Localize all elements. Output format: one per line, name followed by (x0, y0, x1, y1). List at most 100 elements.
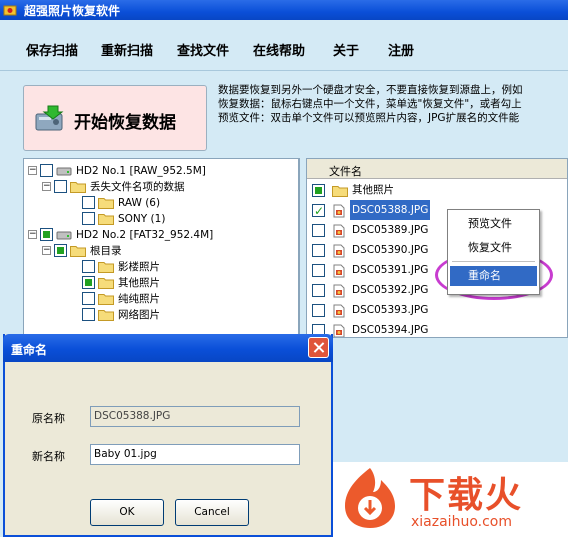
tree-item-label: SONY (1) (118, 213, 166, 225)
tree-item-label: RAW (6) (118, 197, 161, 209)
tree-checkbox[interactable] (82, 212, 95, 225)
info-line: 数据要恢复到另外一个硬盘才安全，不要直接恢复到源盘上，例如 (218, 84, 523, 96)
file-checkbox[interactable] (312, 264, 325, 277)
tree-checkbox[interactable] (82, 292, 95, 305)
file-name: DSC05394.JPG (352, 324, 429, 336)
column-header-filename[interactable]: 文件名 (329, 163, 362, 179)
tree-expander-icon[interactable]: − (28, 166, 37, 175)
tree-item-label: HD2 No.2 [FAT32_952.4M] (76, 229, 214, 241)
folder-icon (98, 277, 114, 289)
ctx-restore-file[interactable]: 恢复文件 (450, 238, 537, 258)
info-text: 数据要恢复到另外一个硬盘才安全，不要直接恢复到源盘上，例如 恢复数据：鼠标右键点… (218, 83, 568, 125)
tree-checkbox[interactable] (40, 228, 53, 241)
folder-tree[interactable]: − HD2 No.1 [RAW_952.5M] − 丢失文件名项的数据 RAW (6) S… (23, 158, 299, 338)
restore-disk-icon (35, 105, 64, 131)
start-restore-button[interactable]: 开始恢复数据 (23, 85, 207, 151)
drive-icon (56, 165, 72, 177)
ctx-rename[interactable]: 重命名 (450, 266, 537, 286)
file-checkbox[interactable] (312, 224, 325, 237)
flame-logo-icon (345, 468, 395, 528)
cancel-button[interactable]: Cancel (175, 499, 249, 526)
folder-icon (98, 293, 114, 305)
menu-online-help[interactable]: 在线帮助 (253, 40, 305, 59)
menu-rescan[interactable]: 重新扫描 (101, 40, 153, 59)
folder-icon (98, 213, 114, 225)
tree-checkbox[interactable] (40, 164, 53, 177)
tree-checkbox[interactable] (54, 244, 67, 257)
file-name: DSC05391.JPG (352, 264, 429, 276)
tree-item-label: 根目录 (90, 245, 122, 257)
new-name-label: 新名称 (32, 450, 65, 463)
file-checkbox[interactable] (312, 304, 325, 317)
menu-find-file[interactable]: 查找文件 (177, 40, 229, 59)
folder-icon (70, 181, 86, 193)
folder-icon (332, 184, 348, 198)
image-file-icon (332, 324, 346, 337)
file-row[interactable]: 其他照片 (307, 180, 567, 200)
menu-register[interactable]: 注册 (388, 40, 414, 59)
tree-checkbox[interactable] (82, 260, 95, 273)
file-name: DSC05390.JPG (352, 244, 429, 256)
tree-expander-icon[interactable]: − (42, 246, 51, 255)
file-name: DSC05388.JPG (350, 200, 431, 220)
watermark: 下载火 xiazaihuo.com (333, 462, 568, 537)
dialog-title-bar[interactable]: 重命名 (3, 334, 333, 362)
ok-button[interactable]: OK (90, 499, 164, 526)
image-file-icon (332, 204, 346, 218)
toolbar-area: 开始恢复数据 数据要恢复到另外一个硬盘才安全，不要直接恢复到源盘上，例如 恢复数… (0, 70, 568, 160)
file-list-header[interactable]: 文件名 (307, 159, 567, 179)
tree-checkbox[interactable] (82, 276, 95, 289)
context-menu: 预览文件 恢复文件 重命名 (447, 209, 540, 295)
new-name-input[interactable]: Baby 01.jpg (90, 444, 300, 465)
tree-item-label: 其他照片 (118, 277, 160, 289)
title-bar[interactable]: 超强照片恢复软件 (0, 0, 568, 20)
file-row[interactable]: DSC05393.JPG (307, 300, 567, 320)
info-line: 预览文件：双击单个文件可以预览照片内容，JPG扩展名的文件能 (218, 112, 520, 124)
ctx-preview-file[interactable]: 预览文件 (450, 214, 537, 234)
rename-dialog: 重命名 原名称 DSC05388.JPG 新名称 Baby 01.jpg OK … (3, 334, 333, 537)
folder-icon (98, 197, 114, 209)
tree-checkbox[interactable] (82, 308, 95, 321)
file-row[interactable]: DSC05394.JPG (307, 320, 567, 337)
original-name-field: DSC05388.JPG (90, 406, 300, 427)
info-line: 恢复数据：鼠标右键点中一个文件，菜单选"恢复文件"，或者勾上 (218, 98, 522, 110)
folder-icon (98, 309, 114, 321)
menu-bar: 保存扫描 重新扫描 查找文件 在线帮助 关于 注册 (0, 20, 568, 70)
original-name-label: 原名称 (32, 412, 65, 425)
image-file-icon (332, 264, 346, 278)
menu-about[interactable]: 关于 (333, 40, 359, 59)
tree-expander-icon[interactable]: − (28, 230, 37, 239)
dialog-title: 重命名 (11, 343, 48, 357)
panel-splitter[interactable] (299, 158, 306, 338)
start-restore-label: 开始恢复数据 (74, 113, 176, 133)
menu-save-scan[interactable]: 保存扫描 (26, 40, 78, 59)
file-checkbox[interactable] (312, 244, 325, 257)
tree-item-label: 纯纯照片 (118, 293, 160, 305)
file-checkbox[interactable] (312, 201, 325, 221)
file-name: DSC05393.JPG (352, 304, 429, 316)
file-name: DSC05389.JPG (352, 224, 429, 236)
image-file-icon (332, 304, 346, 318)
image-file-icon (332, 244, 346, 258)
folder-icon (70, 245, 86, 257)
close-icon[interactable] (308, 337, 329, 358)
window-title: 超强照片恢复软件 (24, 4, 121, 18)
tree-item-label: 丢失文件名项的数据 (90, 181, 185, 193)
tree-item-label: HD2 No.1 [RAW_952.5M] (76, 165, 206, 177)
tree-checkbox[interactable] (54, 180, 67, 193)
tree-item-label: 网络图片 (118, 309, 160, 321)
file-checkbox[interactable] (312, 184, 325, 197)
watermark-url: xiazaihuo.com (411, 514, 512, 530)
drive-icon (56, 229, 72, 241)
menu-divider (452, 261, 535, 262)
file-name: 其他照片 (352, 184, 394, 196)
tree-expander-icon[interactable]: − (42, 182, 51, 191)
tree-item-label: 影楼照片 (118, 261, 160, 273)
image-file-icon (332, 224, 346, 238)
image-file-icon (332, 284, 346, 298)
app-icon (3, 5, 17, 16)
tree-checkbox[interactable] (82, 196, 95, 209)
file-checkbox[interactable] (312, 284, 325, 297)
folder-icon (98, 261, 114, 273)
file-name: DSC05392.JPG (352, 284, 429, 296)
